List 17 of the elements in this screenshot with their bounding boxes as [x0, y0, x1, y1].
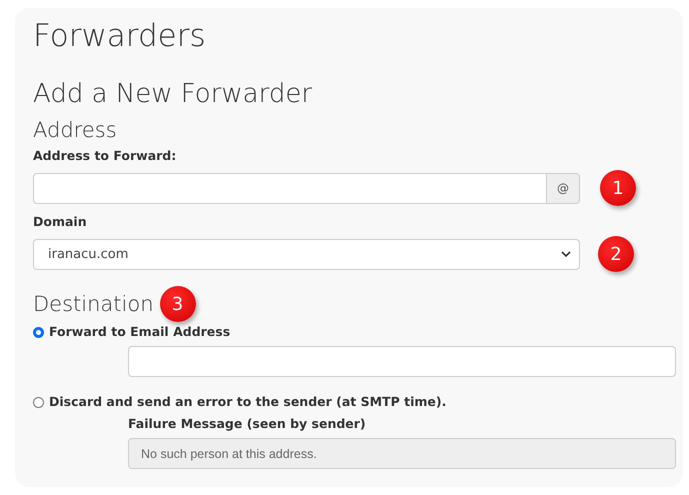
callout-badge: 2	[598, 236, 634, 272]
section-heading: Address	[33, 117, 118, 144]
callout-badge: 1	[600, 170, 636, 206]
radio-option[interactable]: Discard and send an error to the sender (at SMTP time).	[33, 394, 675, 410]
callout-badge: 3	[160, 286, 196, 322]
field-label: Failure Message (seen by sender)	[128, 416, 367, 432]
at-addon: @	[546, 172, 580, 204]
field-label: Domain	[33, 214, 88, 230]
domain-select[interactable]: iranacu.com	[33, 238, 580, 270]
email-field[interactable]	[128, 346, 676, 377]
field-label: Address to Forward:	[33, 148, 178, 164]
page-title: Forwarders	[33, 17, 207, 56]
section-title: Add a New Forwarder	[33, 78, 314, 110]
address-field[interactable]	[33, 172, 546, 204]
radio-option[interactable]: Forward to Email Address	[33, 324, 675, 340]
chevron-icon	[561, 250, 571, 258]
section-heading: Destination	[33, 291, 154, 318]
